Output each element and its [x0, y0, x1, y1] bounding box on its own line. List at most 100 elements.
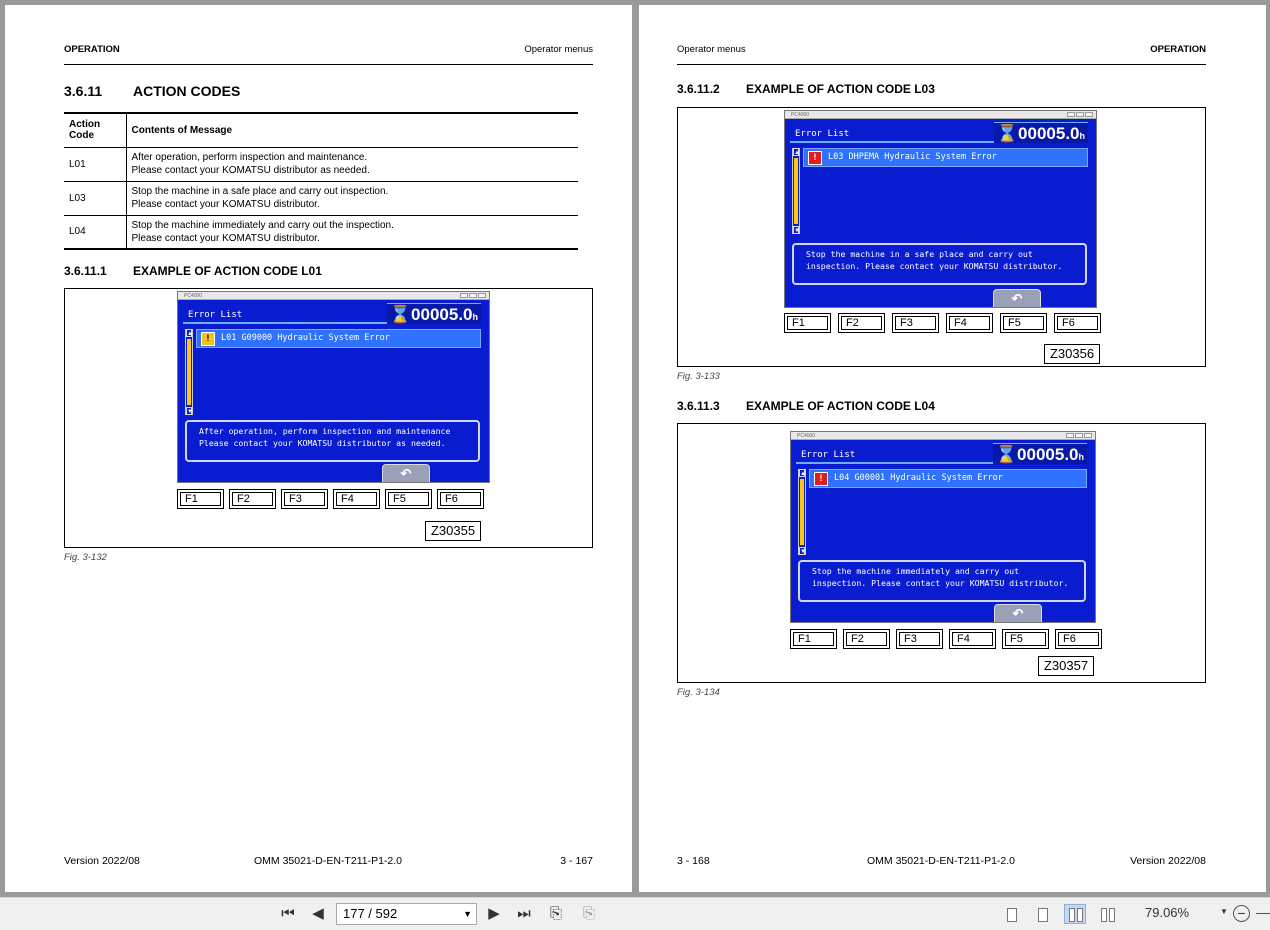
scroll-thumb[interactable]: [187, 339, 191, 405]
last-page-icon[interactable]: ⏭: [514, 904, 534, 924]
scroll-down-icon[interactable]: ▼: [186, 407, 193, 415]
footer-left: Version 2022/08: [64, 855, 140, 867]
window-titlebar: PC4000: [785, 111, 1096, 119]
two-page-view-icon[interactable]: [1064, 904, 1086, 924]
section-title: 3.6.11 ACTION CODES: [64, 83, 240, 99]
message-line: After operation, perform inspection and …: [131, 152, 368, 163]
window-buttons: [1066, 112, 1093, 120]
message-line: Please contact your KOMATSU distributor.: [131, 199, 320, 210]
f2-key[interactable]: F2: [843, 629, 890, 649]
return-icon[interactable]: ↶: [993, 289, 1041, 307]
previous-page-icon[interactable]: ◀: [309, 904, 327, 924]
error-list-bar: Error List ⌛00005.0h: [790, 122, 1088, 143]
window-title: PC4000: [797, 433, 816, 439]
f5-key[interactable]: F5: [385, 489, 432, 509]
f2-key[interactable]: F2: [838, 313, 885, 333]
next-page-icon[interactable]: ▶: [485, 904, 503, 924]
scroll-down-icon[interactable]: ▼: [799, 547, 806, 555]
hour-meter-unit: h: [1079, 131, 1086, 141]
scroll-thumb[interactable]: [794, 158, 798, 224]
scroll-up-icon[interactable]: ▲: [793, 148, 800, 156]
window-titlebar: PC4000: [178, 292, 489, 300]
f1-key[interactable]: F1: [177, 489, 224, 509]
subsection-heading: EXAMPLE OF ACTION CODE L01: [133, 264, 322, 278]
return-icon[interactable]: ↶: [382, 464, 430, 482]
header-right: OPERATION: [1150, 44, 1206, 55]
figure-caption: Fig. 3-132: [64, 552, 107, 563]
cell-code: L04: [64, 215, 127, 249]
f6-key[interactable]: F6: [437, 489, 484, 509]
hour-meter: ⌛00005.0h: [386, 303, 481, 324]
f3-key[interactable]: F3: [896, 629, 943, 649]
f6-key[interactable]: F6: [1054, 313, 1101, 333]
page-header: Operator menus OPERATION: [677, 43, 1206, 65]
window-titlebar: PC4000: [791, 432, 1095, 440]
go-forward-view-icon[interactable]: ⎘: [578, 904, 600, 924]
header-right: Operator menus: [524, 44, 593, 55]
f3-key[interactable]: F3: [281, 489, 328, 509]
f5-key[interactable]: F5: [1002, 629, 1049, 649]
scroll-down-icon[interactable]: ▼: [793, 226, 800, 234]
hour-meter-unit: h: [1078, 452, 1085, 462]
subsection-title: 3.6.11.3 EXAMPLE OF ACTION CODE L04: [677, 399, 935, 413]
zoom-slider[interactable]: [1256, 913, 1270, 914]
first-page-icon[interactable]: ⏮: [278, 904, 298, 924]
message-line: inspection. Please contact your KOMATSU …: [806, 261, 1063, 271]
page-number-input[interactable]: 177 / 592 ▼: [336, 903, 477, 925]
zoom-level[interactable]: 79.06%: [1145, 905, 1189, 920]
error-list-item[interactable]: ! L03 DHPEMA Hydraulic System Error: [803, 148, 1088, 167]
scrollbar[interactable]: ▲ ▼: [185, 329, 193, 415]
subsection-number: 3.6.11.3: [677, 399, 720, 413]
message-line: After operation, perform inspection and …: [199, 426, 451, 436]
figure-box: PC4000 Error List ⌛00005.0h ▲ ▼ ! L01 G090…: [64, 288, 593, 548]
scroll-up-icon[interactable]: ▲: [799, 469, 806, 477]
f1-key[interactable]: F1: [790, 629, 837, 649]
caution-icon: !: [201, 332, 215, 346]
monitor-screen: PC4000 Error List ⌛00005.0h ▲ ▼ ! L04 G000…: [790, 431, 1096, 623]
subsection-heading: EXAMPLE OF ACTION CODE L03: [746, 82, 935, 96]
footer-page-number: 3 - 168: [677, 855, 710, 867]
header-left: OPERATION: [64, 44, 120, 55]
single-page-view-icon[interactable]: [1000, 904, 1022, 924]
return-icon[interactable]: ↶: [994, 604, 1042, 622]
message-line: Stop the machine in a safe place and car…: [806, 249, 1033, 259]
scroll-up-icon[interactable]: ▲: [186, 329, 193, 337]
hour-meter-value: 00005.0: [1018, 124, 1080, 143]
f6-key[interactable]: F6: [1055, 629, 1102, 649]
f4-key[interactable]: F4: [949, 629, 996, 649]
f2-key[interactable]: F2: [229, 489, 276, 509]
f3-key[interactable]: F3: [892, 313, 939, 333]
message-line: Please contact your KOMATSU distributor.: [131, 232, 320, 244]
error-list-item[interactable]: ! L01 G09000 Hydraulic System Error: [196, 329, 481, 348]
error-list-title: Error List: [795, 129, 850, 139]
f4-key[interactable]: F4: [333, 489, 380, 509]
message-box: After operation, perform inspection and …: [185, 420, 480, 462]
zoom-dropdown-icon[interactable]: ▼: [1220, 907, 1228, 916]
header-left: Operator menus: [677, 44, 746, 55]
scrollbar[interactable]: ▲ ▼: [792, 148, 800, 234]
error-list-title: Error List: [188, 310, 243, 320]
go-back-view-icon[interactable]: ⎘: [545, 904, 567, 924]
error-list-item[interactable]: ! L04 G00001 Hydraulic System Error: [809, 469, 1087, 488]
cell-code: L03: [64, 181, 127, 215]
page-indicator: 177 / 592: [343, 906, 398, 921]
table-row: L04 Stop the machine immediately and car…: [64, 215, 578, 249]
f4-key[interactable]: F4: [946, 313, 993, 333]
message-line: Stop the machine in a safe place and car…: [131, 186, 389, 197]
scroll-thumb[interactable]: [800, 479, 804, 545]
f1-key[interactable]: F1: [784, 313, 831, 333]
page-dropdown-icon[interactable]: ▼: [463, 904, 472, 924]
cell-message: Stop the machine immediately and carry o…: [126, 215, 578, 249]
figure-id: Z30356: [1044, 344, 1100, 364]
f5-key[interactable]: F5: [1000, 313, 1047, 333]
footer-center: OMM 35021-D-EN-T211-P1-2.0: [254, 855, 403, 867]
hour-meter: ⌛00005.0h: [993, 122, 1088, 143]
continuous-view-icon[interactable]: [1031, 904, 1053, 924]
zoom-out-icon[interactable]: −: [1233, 905, 1250, 922]
two-page-continuous-view-icon[interactable]: [1096, 904, 1118, 924]
footer-page-number: 3 - 167: [560, 855, 593, 867]
figure-id: Z30357: [1038, 656, 1094, 676]
col-header-action-code: Action Code: [64, 113, 127, 147]
scrollbar[interactable]: ▲ ▼: [798, 469, 806, 555]
monitor-screen: PC4000 Error List ⌛00005.0h ▲ ▼ ! L01 G090…: [177, 291, 490, 483]
